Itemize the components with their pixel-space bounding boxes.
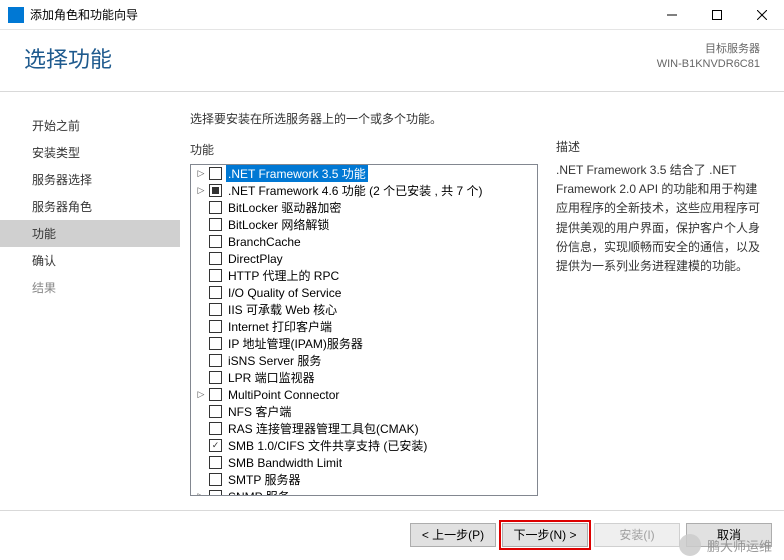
feature-label[interactable]: IP 地址管理(IPAM)服务器 [226, 335, 365, 352]
feature-label[interactable]: IIS 可承载 Web 核心 [226, 301, 339, 318]
minimize-button[interactable] [649, 0, 694, 30]
feature-row[interactable]: RAS 连接管理器管理工具包(CMAK) [191, 420, 537, 437]
feature-row[interactable]: BranchCache [191, 233, 537, 250]
feature-row[interactable]: DirectPlay [191, 250, 537, 267]
feature-checkbox[interactable] [209, 405, 222, 418]
feature-checkbox[interactable] [209, 303, 222, 316]
feature-label[interactable]: SMB Bandwidth Limit [226, 456, 344, 470]
feature-label[interactable]: iSNS Server 服务 [226, 352, 323, 369]
feature-checkbox[interactable] [209, 167, 222, 180]
expand-icon[interactable]: ▷ [195, 491, 207, 496]
wizard-steps-sidebar: 开始之前安装类型服务器选择服务器角色功能确认结果 [0, 92, 180, 510]
app-icon [8, 7, 24, 23]
wizard-footer: < 上一步(P) 下一步(N) > 安装(I) 取消 鹏大师运维 [0, 510, 784, 558]
instruction-text: 选择要安装在所选服务器上的一个或多个功能。 [190, 110, 538, 127]
sidebar-step-1[interactable]: 安装类型 [0, 139, 180, 166]
feature-row[interactable]: ▷ SNMP 服务 [191, 488, 537, 496]
description-text: .NET Framework 3.5 结合了 .NET Framework 2.… [556, 161, 768, 276]
feature-checkbox[interactable] [209, 201, 222, 214]
feature-label[interactable]: NFS 客户端 [226, 403, 293, 420]
feature-checkbox[interactable] [209, 354, 222, 367]
feature-checkbox[interactable] [209, 252, 222, 265]
sidebar-step-5[interactable]: 确认 [0, 247, 180, 274]
feature-checkbox[interactable] [209, 422, 222, 435]
sidebar-step-3[interactable]: 服务器角色 [0, 193, 180, 220]
feature-row[interactable]: NFS 客户端 [191, 403, 537, 420]
close-button[interactable] [739, 0, 784, 30]
feature-row[interactable]: ▷ MultiPoint Connector [191, 386, 537, 403]
feature-label[interactable]: .NET Framework 3.5 功能 [226, 165, 368, 182]
next-button[interactable]: 下一步(N) > [502, 523, 588, 547]
features-label: 功能 [190, 141, 538, 158]
install-button: 安装(I) [594, 523, 680, 547]
feature-label[interactable]: BitLocker 网络解锁 [226, 216, 331, 233]
sidebar-step-0[interactable]: 开始之前 [0, 112, 180, 139]
sidebar-step-6: 结果 [0, 274, 180, 301]
wizard-body: 开始之前安装类型服务器选择服务器角色功能确认结果 选择要安装在所选服务器上的一个… [0, 92, 784, 510]
feature-label[interactable]: SNMP 服务 [226, 488, 292, 496]
feature-label[interactable]: SMB 1.0/CIFS 文件共享支持 (已安装) [226, 437, 429, 454]
feature-checkbox[interactable] [209, 371, 222, 384]
features-tree[interactable]: ▷ .NET Framework 3.5 功能 ▷ .NET Framework 4.… [190, 164, 538, 496]
expand-icon[interactable]: ▷ [195, 389, 207, 400]
feature-label[interactable]: HTTP 代理上的 RPC [226, 267, 341, 284]
feature-checkbox[interactable] [209, 235, 222, 248]
feature-row[interactable]: SMB 1.0/CIFS 文件共享支持 (已安装) [191, 437, 537, 454]
cancel-button[interactable]: 取消 [686, 523, 772, 547]
sidebar-step-4[interactable]: 功能 [0, 220, 180, 247]
description-column: . 描述 .NET Framework 3.5 结合了 .NET Framewo… [556, 110, 768, 500]
titlebar: 添加角色和功能向导 [0, 0, 784, 30]
feature-label[interactable]: BitLocker 驱动器加密 [226, 199, 343, 216]
feature-checkbox[interactable] [209, 337, 222, 350]
feature-label[interactable]: SMTP 服务器 [226, 471, 302, 488]
feature-row[interactable]: SMB Bandwidth Limit [191, 454, 537, 471]
feature-checkbox[interactable] [209, 456, 222, 469]
feature-checkbox[interactable] [209, 473, 222, 486]
feature-row[interactable]: ▷ .NET Framework 3.5 功能 [191, 165, 537, 182]
expand-icon[interactable]: ▷ [195, 168, 207, 179]
page-title: 选择功能 [24, 42, 112, 74]
feature-row[interactable]: IIS 可承载 Web 核心 [191, 301, 537, 318]
feature-checkbox[interactable] [209, 320, 222, 333]
feature-label[interactable]: .NET Framework 4.6 功能 (2 个已安装 , 共 7 个) [226, 182, 485, 199]
feature-row[interactable]: iSNS Server 服务 [191, 352, 537, 369]
main-panel: 选择要安装在所选服务器上的一个或多个功能。 功能 ▷ .NET Framework… [180, 92, 784, 510]
feature-row[interactable]: Internet 打印客户端 [191, 318, 537, 335]
wizard-header: 选择功能 目标服务器 WIN-B1KNVDR6C81 [0, 30, 784, 92]
feature-label[interactable]: RAS 连接管理器管理工具包(CMAK) [226, 420, 421, 437]
feature-label[interactable]: BranchCache [226, 235, 303, 249]
feature-checkbox[interactable] [209, 388, 222, 401]
feature-checkbox[interactable] [209, 439, 222, 452]
feature-label[interactable]: MultiPoint Connector [226, 388, 341, 402]
expand-icon[interactable]: ▷ [195, 185, 207, 196]
feature-row[interactable]: ▷ .NET Framework 4.6 功能 (2 个已安装 , 共 7 个) [191, 182, 537, 199]
target-value: WIN-B1KNVDR6C81 [657, 57, 760, 72]
features-column: 选择要安装在所选服务器上的一个或多个功能。 功能 ▷ .NET Framework… [190, 110, 538, 500]
feature-checkbox[interactable] [209, 218, 222, 231]
feature-row[interactable]: BitLocker 驱动器加密 [191, 199, 537, 216]
feature-row[interactable]: LPR 端口监视器 [191, 369, 537, 386]
feature-checkbox[interactable] [209, 490, 222, 496]
feature-label[interactable]: Internet 打印客户端 [226, 318, 334, 335]
feature-row[interactable]: BitLocker 网络解锁 [191, 216, 537, 233]
sidebar-step-2[interactable]: 服务器选择 [0, 166, 180, 193]
feature-checkbox[interactable] [209, 286, 222, 299]
feature-label[interactable]: LPR 端口监视器 [226, 369, 317, 386]
feature-row[interactable]: I/O Quality of Service [191, 284, 537, 301]
feature-checkbox[interactable] [209, 184, 222, 197]
feature-row[interactable]: SMTP 服务器 [191, 471, 537, 488]
maximize-button[interactable] [694, 0, 739, 30]
feature-label[interactable]: I/O Quality of Service [226, 286, 343, 300]
feature-row[interactable]: HTTP 代理上的 RPC [191, 267, 537, 284]
window-title: 添加角色和功能向导 [30, 6, 649, 23]
target-label: 目标服务器 [657, 42, 760, 57]
feature-row[interactable]: IP 地址管理(IPAM)服务器 [191, 335, 537, 352]
description-label: 描述 [556, 138, 768, 155]
feature-label[interactable]: DirectPlay [226, 252, 285, 266]
feature-checkbox[interactable] [209, 269, 222, 282]
previous-button[interactable]: < 上一步(P) [410, 523, 496, 547]
target-server-info: 目标服务器 WIN-B1KNVDR6C81 [657, 42, 760, 72]
